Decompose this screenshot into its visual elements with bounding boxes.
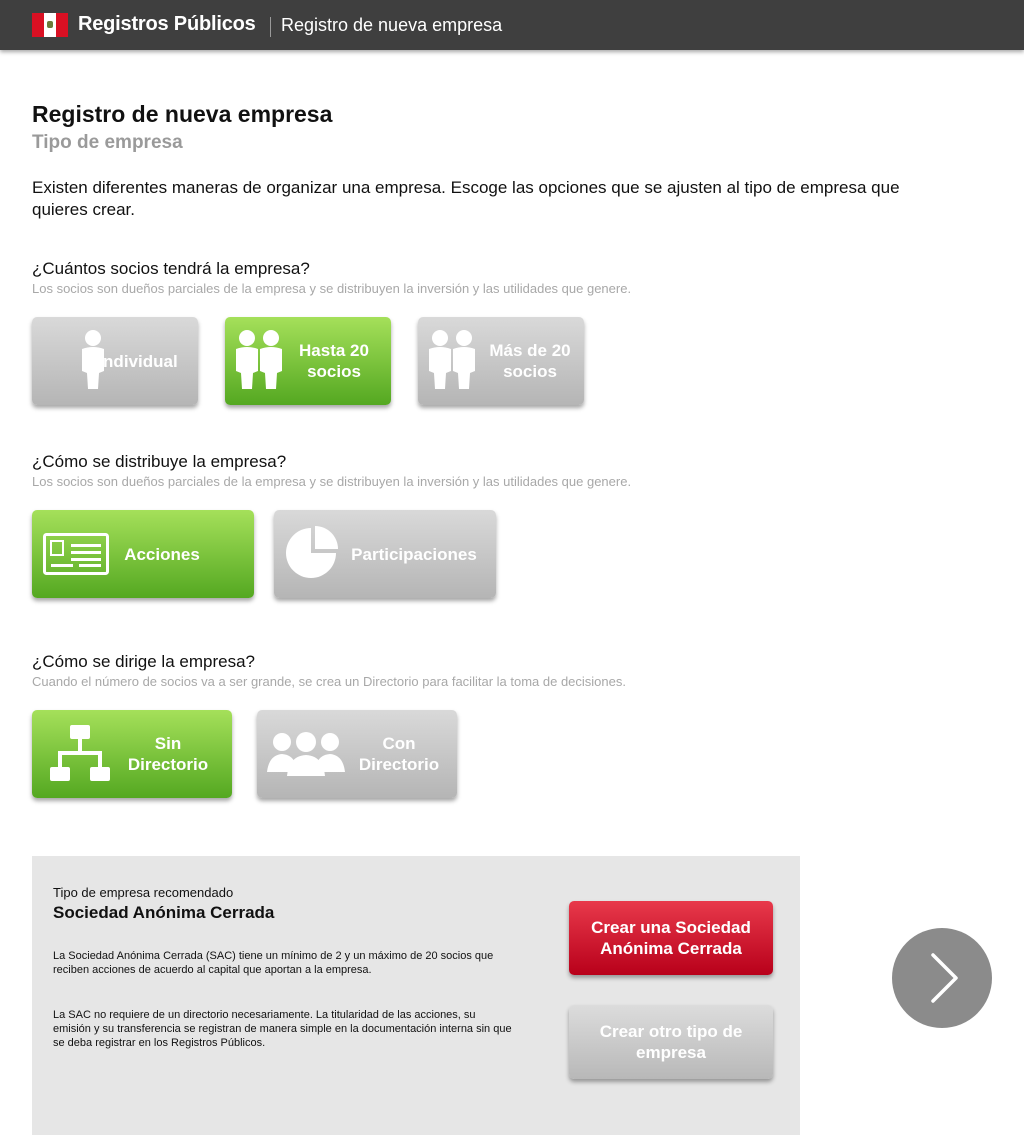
question-partners-hint: Los socios son dueños parciales de la em…: [32, 281, 632, 296]
header-section-title: Registro de nueva empresa: [281, 15, 503, 35]
group-icon: [267, 732, 345, 776]
two-persons-icon: [429, 330, 475, 389]
create-sac-button[interactable]: Crear una Sociedad Anónima Cerrada: [569, 901, 773, 975]
pie-chart-icon: [286, 526, 338, 578]
option-up-to-20[interactable]: Hasta 20 socios: [225, 317, 391, 405]
question-distribution-hint: Los socios son dueños parciales de la em…: [32, 474, 632, 489]
brand-title[interactable]: Registros Públicos: [78, 13, 256, 36]
recommendation-label: Tipo de empresa recomendado: [53, 885, 234, 900]
option-con-directorio[interactable]: Con Directorio: [257, 710, 457, 798]
two-persons-icon: [236, 330, 282, 389]
option-sin-directorio[interactable]: Sin Directorio: [32, 710, 232, 798]
option-more-than-20[interactable]: Más de 20 socios: [418, 317, 584, 405]
org-chart-icon: [50, 725, 110, 781]
recommendation-description-2: La SAC no requiere de un directorio nece…: [53, 1009, 512, 1049]
recommendation-description-1: La Sociedad Anónima Cerrada (SAC) tiene …: [53, 950, 494, 976]
page-subtitle: Tipo de empresa: [32, 132, 183, 153]
option-individual[interactable]: Individual: [32, 317, 198, 405]
certificate-icon: [43, 533, 109, 575]
option-acciones-label: Acciones: [124, 544, 200, 564]
option-con-directorio-label: Con Directorio: [358, 734, 440, 774]
recommendation-panel: Tipo de empresa recomendado Sociedad Anó…: [32, 856, 800, 1135]
option-sin-directorio-label: Sin Directorio: [127, 734, 209, 774]
option-individual-label: Individual: [98, 351, 178, 371]
recommendation-name: Sociedad Anónima Cerrada: [53, 903, 275, 922]
option-up-to-20-label: Hasta 20 socios: [299, 341, 369, 381]
flag-peru-icon: [32, 13, 68, 37]
next-button[interactable]: [892, 928, 992, 1028]
option-participaciones[interactable]: Participaciones: [274, 510, 496, 598]
top-bar: Registros Públicos Registro de nueva emp…: [0, 0, 1024, 50]
option-more-than-20-label: Más de 20 socios: [489, 341, 571, 381]
question-management: ¿Cómo se dirige la empresa?: [32, 652, 255, 671]
option-participaciones-label: Participaciones: [351, 544, 477, 564]
question-partners: ¿Cuántos socios tendrá la empresa?: [32, 259, 310, 278]
header-divider: [270, 17, 271, 37]
intro-text: Existen diferentes maneras de organizar …: [32, 178, 900, 219]
page-title: Registro de nueva empresa: [32, 101, 333, 127]
option-acciones[interactable]: Acciones: [32, 510, 254, 598]
create-other-type-button[interactable]: Crear otro tipo de empresa: [569, 1005, 773, 1079]
chevron-right-icon: [931, 953, 958, 1003]
question-management-hint: Cuando el número de socios va a ser gran…: [32, 674, 626, 689]
question-distribution: ¿Cómo se distribuye la empresa?: [32, 452, 287, 471]
